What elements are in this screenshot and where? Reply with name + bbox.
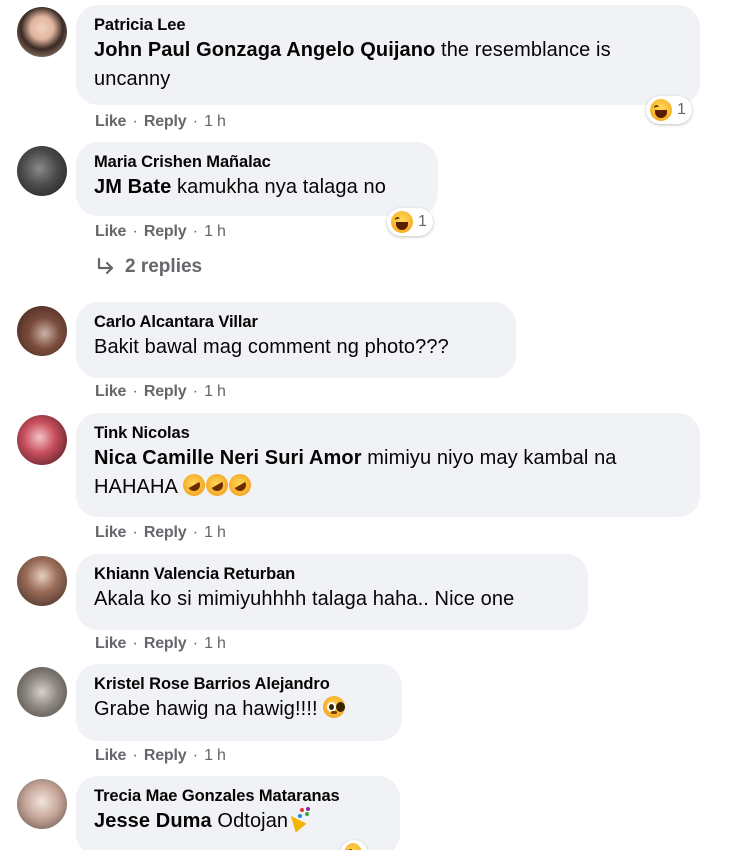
reply-button[interactable]: Reply [144, 223, 187, 240]
comment-text: JM Bate kamukha nya talaga no [94, 176, 386, 198]
comment-author[interactable]: Maria Crishen Mañalac [94, 151, 419, 173]
comment-text: Jesse Duma Odtojan [94, 807, 381, 836]
like-button[interactable]: Like [95, 113, 126, 130]
reply-button[interactable]: Reply [144, 524, 187, 541]
haha-icon [391, 211, 413, 233]
reply-arrow-icon [97, 257, 114, 275]
haha-icon [344, 843, 362, 850]
avatar[interactable] [17, 306, 67, 356]
mention-link[interactable]: Jesse Duma [94, 810, 212, 832]
mention-link[interactable]: John Paul Gonzaga Angelo Quijano [94, 39, 435, 61]
comment-text: Bakit bawal mag comment ng photo??? [94, 336, 449, 358]
avatar[interactable] [17, 146, 67, 196]
haha-icon [650, 99, 672, 121]
comment-bubble: Kristel Rose Barrios Alejandro Grabe haw… [76, 664, 402, 741]
rofl-emoji-icon [201, 469, 232, 501]
mention-link[interactable]: JM Bate [94, 176, 171, 198]
like-button[interactable]: Like [95, 524, 126, 541]
comment-text: John Paul Gonzaga Angelo Quijano the res… [94, 39, 611, 90]
comment-author[interactable]: Patricia Lee [94, 14, 681, 36]
timestamp[interactable]: 1 h [204, 524, 226, 541]
comment-author[interactable]: Carlo Alcantara Villar [94, 311, 497, 333]
timestamp[interactable]: 1 h [204, 635, 226, 652]
comment-actions: Like · Reply · 1 h [95, 524, 226, 541]
comment-bubble: Trecia Mae Gonzales Mataranas Jesse Duma… [76, 776, 400, 850]
reaction-count: 1 [677, 101, 686, 118]
reply-button[interactable]: Reply [144, 113, 187, 130]
comment-author[interactable]: Tink Nicolas [94, 422, 681, 444]
flushed-emoji-icon [323, 696, 346, 718]
avatar[interactable] [17, 7, 67, 57]
like-button[interactable]: Like [95, 635, 126, 652]
mention-link[interactable]: Nica Camille Neri Suri Amor [94, 447, 362, 469]
comment-actions: Like · Reply · 1 h [95, 635, 226, 652]
avatar[interactable] [17, 667, 67, 717]
comment-actions: Like · Reply · 1 h [95, 113, 226, 130]
comment-actions: Like · Reply · 1 h [95, 223, 226, 240]
timestamp[interactable]: 1 h [204, 223, 226, 240]
comment-text: Nica Camille Neri Suri Amor mimiyu niyo … [94, 444, 681, 502]
reaction-count: 1 [418, 213, 427, 230]
timestamp[interactable]: 1 h [204, 113, 226, 130]
reply-button[interactable]: Reply [144, 747, 187, 764]
like-button[interactable]: Like [95, 223, 126, 240]
comment-bubble: Tink Nicolas Nica Camille Neri Suri Amor… [76, 413, 700, 517]
view-replies-button[interactable]: 2 replies [95, 256, 202, 278]
comment-author[interactable]: Khiann Valencia Returban [94, 563, 569, 585]
comment-text: Grabe hawig na hawig!!!! [94, 695, 383, 724]
comment-author[interactable]: Kristel Rose Barrios Alejandro [94, 673, 383, 695]
comment-bubble: Patricia Lee John Paul Gonzaga Angelo Qu… [76, 5, 700, 105]
replies-count-label[interactable]: 2 replies [125, 256, 202, 278]
comment-bubble: Maria Crishen Mañalac JM Bate kamukha ny… [76, 142, 438, 216]
avatar[interactable] [17, 415, 67, 465]
party-popper-icon [288, 808, 310, 830]
reaction-badge[interactable]: 1 [646, 96, 692, 124]
timestamp[interactable]: 1 h [204, 383, 226, 400]
comment-author[interactable]: Trecia Mae Gonzales Mataranas [94, 785, 381, 807]
reaction-badge[interactable]: 1 [387, 208, 433, 236]
avatar[interactable] [17, 779, 67, 829]
comment-bubble: Khiann Valencia Returban Akala ko si mim… [76, 554, 588, 630]
like-button[interactable]: Like [95, 747, 126, 764]
avatar[interactable] [17, 556, 67, 606]
reply-button[interactable]: Reply [144, 635, 187, 652]
comment-bubble: Carlo Alcantara Villar Bakit bawal mag c… [76, 302, 516, 378]
like-button[interactable]: Like [95, 383, 126, 400]
rofl-emoji-icon [224, 469, 255, 501]
timestamp[interactable]: 1 h [204, 747, 226, 764]
comment-text: Akala ko si mimiyuhhhh talaga haha.. Nic… [94, 588, 515, 610]
comment-actions: Like · Reply · 1 h [95, 383, 226, 400]
reply-button[interactable]: Reply [144, 383, 187, 400]
comment-actions: Like · Reply · 1 h [95, 747, 226, 764]
